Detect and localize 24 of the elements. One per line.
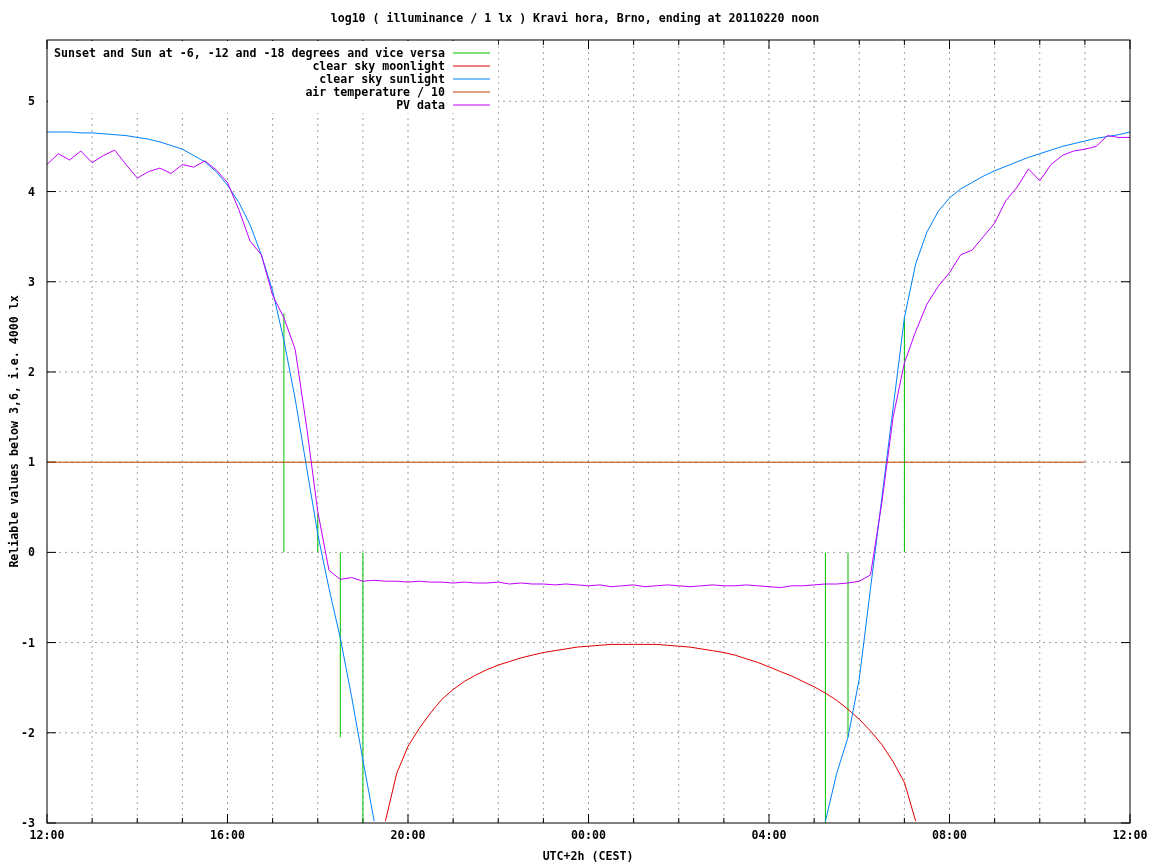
- legend-label: air temperature / 10: [305, 85, 445, 99]
- x-tick-label: 12:00: [1112, 828, 1148, 842]
- x-tick-label: 04:00: [751, 828, 787, 842]
- x-tick-label: 00:00: [571, 828, 606, 842]
- y-tick-label: 3: [28, 274, 35, 289]
- chart-title: log10 ( illuminance / 1 lx ) Kravi hora, Brno, ending at 20110220 noon: [330, 11, 820, 25]
- y-tick-label: 1: [28, 455, 35, 470]
- y-tick-label: 2: [28, 364, 35, 379]
- x-tick-label: 16:00: [210, 828, 245, 842]
- legend-label: PV data: [396, 98, 445, 112]
- x-axis-label: UTC+2h (CEST): [542, 849, 634, 863]
- y-tick-label: 0: [28, 545, 35, 560]
- y-tick-label: -2: [21, 725, 35, 740]
- legend-label: Sunset and Sun at -6, -12 and -18 degrees and vice versa: [54, 46, 445, 60]
- legend-label: clear sky sunlight: [319, 72, 445, 86]
- y-tick-label: -1: [21, 635, 35, 650]
- y-tick-label: 4: [28, 184, 35, 199]
- legend-label: clear sky moonlight: [312, 59, 445, 73]
- x-tick-label: 08:00: [932, 828, 967, 842]
- y-tick-label: 5: [28, 94, 35, 109]
- y-tick-label: -3: [21, 816, 35, 830]
- x-tick-label: 20:00: [390, 828, 426, 842]
- x-tick-label: 12:00: [29, 828, 65, 842]
- y-axis-label: Reliable values below 3,6, i.e. 4000 lx: [7, 295, 21, 568]
